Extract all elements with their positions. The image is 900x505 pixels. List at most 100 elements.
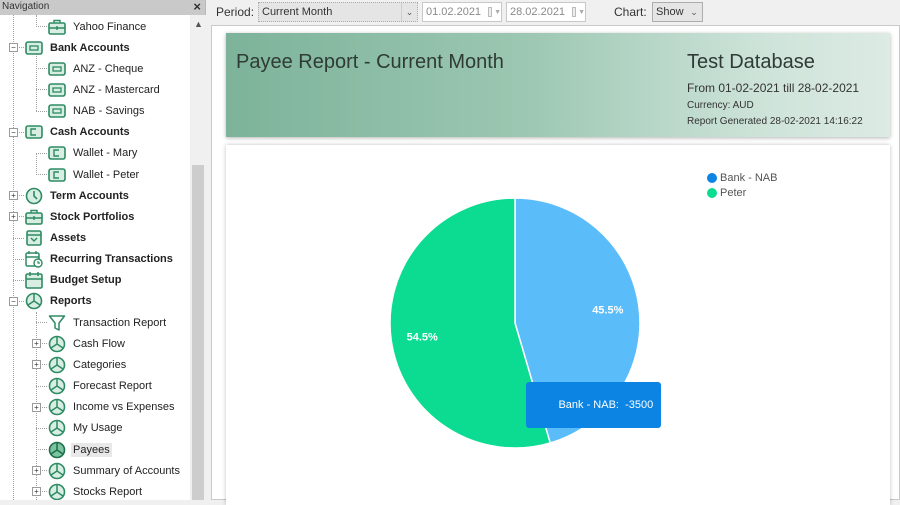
navigation-tree: Yahoo Finance − Bank Accounts ANZ - Cheque A… [0,15,188,500]
nav-item-label: Wallet - Mary [73,147,138,160]
pie-chart: 45.5% 54.5% [389,197,641,449]
navigation-header: Navigation × [0,0,205,15]
nav-item-label: Reports [50,295,92,308]
nav-item-bank-accounts[interactable]: Bank Accounts [25,37,132,58]
chart-value: Show [656,6,684,18]
legend-item[interactable]: Bank - NAB [707,170,777,185]
pie-chart-icon [48,377,66,395]
nav-item-stocks-report[interactable]: Stocks Report [48,481,144,500]
expand-icon[interactable]: + [32,339,41,349]
pie-chart-icon [48,335,66,353]
nav-item-recurring-transactions[interactable]: Recurring Transactions [25,249,175,270]
chevron-down-icon[interactable]: ⌄ [401,3,417,21]
calendar-icon[interactable] [488,7,493,17]
date-to-value: 28.02.2021 [510,6,566,18]
database-name: Test Database [687,51,815,73]
box-icon [25,229,43,247]
nav-item-label: Cash Flow [73,337,125,350]
pie-chart-icon [48,356,66,374]
date-from-field[interactable]: 01.02.2021 ▼ [422,2,502,22]
nav-item-label: Budget Setup [50,274,122,287]
period-select[interactable]: Current Month ⌄ [258,2,418,22]
legend-item[interactable]: Peter [707,185,777,200]
tooltip-value: -3500 [625,399,654,411]
legend-label: Peter [720,186,747,199]
date-from-value: 01.02.2021 [426,6,482,18]
nav-item-label: Stock Portfolios [50,210,135,223]
collapse-icon[interactable]: − [9,127,18,137]
expand-icon[interactable]: + [9,212,18,222]
nav-item-assets[interactable]: Assets [25,228,88,249]
tree-connector [36,68,47,70]
nav-item-label: ANZ - Cheque [73,62,144,75]
bank-card-icon [48,60,66,78]
nav-item-nab-savings[interactable]: NAB - Savings [48,101,147,122]
tree-connector [13,237,24,239]
wallet-icon [48,144,66,162]
expand-icon[interactable]: + [9,191,18,201]
navigation-scrollbar[interactable]: ▲ [190,15,206,500]
nav-item-payees[interactable]: Payees [48,439,112,460]
nav-item-summary-of-accounts[interactable]: Summary of Accounts [48,460,182,481]
nav-item-label: Yahoo Finance [73,20,147,33]
nav-item-reports[interactable]: Reports [25,291,94,312]
calendar-icon[interactable] [572,7,577,17]
collapse-icon[interactable]: − [9,296,18,306]
nav-item-cash-accounts[interactable]: Cash Accounts [25,122,132,143]
calendar-icon [25,271,43,290]
pie-data-label: 54.5% [407,331,438,343]
nav-item-yahoo-finance[interactable]: Yahoo Finance [48,16,148,37]
funnel-icon [48,314,66,332]
nav-item-label: Cash Accounts [50,126,130,139]
close-icon[interactable]: × [193,0,201,14]
legend-label: Bank - NAB [720,171,778,184]
scroll-up-icon[interactable]: ▲ [194,19,203,29]
nav-item-my-usage[interactable]: My Usage [48,418,125,439]
nav-item-label: Stocks Report [73,485,143,498]
nav-item-income-vs-expenses[interactable]: Income vs Expenses [48,397,177,418]
pie-data-label: 45.5% [592,305,623,317]
nav-item-label: Categories [73,358,127,371]
nav-item-forecast-report[interactable]: Forecast Report [48,376,154,397]
nav-item-anz-cheque[interactable]: ANZ - Cheque [48,58,145,79]
date-to-field[interactable]: 28.02.2021 ▼ [506,2,586,22]
nav-item-term-accounts[interactable]: Term Accounts [25,185,131,206]
nav-item-categories[interactable]: Categories [48,354,128,375]
bank-card-icon [48,81,66,99]
nav-item-label: Term Accounts [50,189,129,202]
pie-chart-icon [48,419,66,437]
nav-item-label: Income vs Expenses [73,401,175,414]
tree-connector [36,153,37,175]
expand-icon[interactable]: + [32,360,41,370]
dropdown-arrow-icon: ▼ [494,8,501,16]
nav-item-label: Wallet - Peter [73,168,140,181]
nav-item-stock-portfolios[interactable]: Stock Portfolios [25,206,136,227]
nav-item-label: NAB - Savings [73,105,145,118]
toolbar: Period: Current Month ⌄ 01.02.2021 ▼ 28.… [207,0,900,25]
report-header: Payee Report - Current Month Test Databa… [226,33,890,137]
chart-panel: 45.5% 54.5% Bank - NAB Peter Bank - NAB: -… [226,145,890,505]
pie-chart-icon [48,462,66,480]
clock-icon [25,187,43,205]
report-title: Payee Report - Current Month [236,51,504,73]
chart-select[interactable]: Show ⌄ [652,2,703,22]
collapse-icon[interactable]: − [9,43,18,53]
chevron-down-icon[interactable]: ⌄ [686,3,702,21]
nav-item-label: Transaction Report [73,316,167,329]
expand-icon[interactable]: + [32,487,41,497]
scrollbar-thumb[interactable] [192,165,204,500]
expand-icon[interactable]: + [32,402,41,412]
nav-item-label: Forecast Report [73,380,152,393]
bank-card-icon [48,102,66,120]
legend-swatch [707,187,717,198]
chart-label: Chart: [614,5,647,19]
nav-item-budget-setup[interactable]: Budget Setup [25,270,124,291]
expand-icon[interactable]: + [32,466,41,476]
nav-item-wallet-peter[interactable]: Wallet - Peter [48,164,141,185]
nav-item-wallet-mary[interactable]: Wallet - Mary [48,143,139,164]
dropdown-arrow-icon: ▼ [578,8,585,16]
nav-item-cash-flow[interactable]: Cash Flow [48,333,127,354]
nav-item-transaction-report[interactable]: Transaction Report [48,312,168,333]
chart-tooltip: Bank - NAB: -3500 [526,382,662,428]
nav-item-anz-mastercard[interactable]: ANZ - Mastercard [48,79,162,100]
